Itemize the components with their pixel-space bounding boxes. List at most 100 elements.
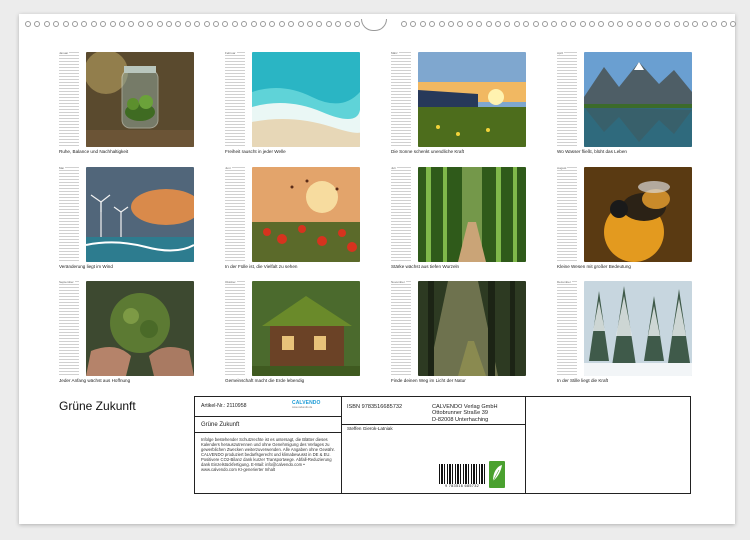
binding-ring (316, 21, 323, 27)
author-name: Steffen Gierok-Latniak (347, 426, 393, 431)
info-column-article: Artikel-Nr.: 2110958 CALVENDO www.calven… (195, 397, 342, 493)
binding-ring (636, 21, 642, 27)
binding-ring (551, 21, 558, 27)
mountain-lake-reflection-photo (584, 52, 692, 147)
sunlit-forest-trail-photo (418, 281, 526, 376)
binding-ring (711, 21, 718, 27)
month-page-4: April Wo Wasser fließt, blüht das Leben (557, 51, 723, 162)
month-name: September (59, 280, 75, 284)
month-caption: Veränderung liegt im Wind (59, 264, 113, 269)
binding-ring (457, 21, 464, 27)
binding-ring (43, 21, 50, 27)
calendar-title: Grüne Zukunft (59, 399, 136, 413)
binding-ring (81, 21, 88, 27)
binding-ring (344, 21, 351, 27)
binding-ring (419, 21, 426, 27)
binding-ring (25, 21, 31, 27)
month-caption: In der Fülle ist, die Vielfalt zu sehen (225, 264, 298, 269)
month-name: Juli (391, 166, 397, 170)
binding-ring (194, 21, 201, 27)
day-grid (59, 281, 79, 376)
barcode: 9 783516 685732 (439, 464, 485, 489)
day-grid (225, 281, 245, 376)
month-caption: In der Stille liegt die Kraft (557, 378, 609, 383)
binding-ring (288, 21, 295, 27)
binding-ring (222, 21, 229, 27)
binding-ring (476, 21, 483, 27)
binding-ring (692, 21, 699, 27)
barcode-number: 9 783516 685732 (444, 484, 480, 488)
article-number: Artikel-Nr.: 2110958 (201, 403, 247, 409)
month-name: November (391, 280, 406, 284)
binding-ring (570, 21, 577, 27)
binding-ring (513, 21, 520, 27)
binding-ring (335, 21, 342, 27)
hanger-hook (361, 19, 387, 31)
solar-panels-sunset-meadow-photo (418, 52, 526, 147)
publisher-address: CALVENDO Verlag GmbH Ottobrunner Straße … (432, 404, 498, 423)
month-caption: Ruhe, Balance und Nachhaltigkeit (59, 149, 129, 154)
calendar-sheet: Januar Ruhe, Balance und Nachhaltigkeit Fe… (19, 14, 736, 524)
binding-ring (701, 21, 708, 27)
month-page-12: Dezember In der Stille liegt die Kraft (557, 280, 723, 391)
binding-ring (438, 21, 445, 27)
snowy-pine-forest-photo (584, 281, 692, 376)
binding-ring (231, 21, 238, 27)
binding-ring (673, 21, 680, 27)
divider (195, 416, 342, 417)
month-caption: Stärke wächst aus tiefen Wurzeln (391, 264, 460, 269)
binding-ring (53, 21, 60, 27)
binding-ring (34, 21, 41, 27)
binding-ring (100, 21, 107, 27)
binding-ring (504, 21, 511, 27)
binding-ring (278, 21, 285, 27)
day-grid (391, 52, 411, 147)
binding-ring (175, 21, 182, 27)
binding-ring (156, 21, 163, 27)
binding-ring (664, 21, 671, 27)
day-grid (557, 167, 577, 262)
month-page-10: Oktober Gemeinschaft macht die Erde leben… (225, 280, 391, 391)
month-page-9: September Jeder Anfang wächst aus Hoffnun… (59, 280, 225, 391)
hands-holding-leaf-globe-photo (86, 281, 194, 376)
month-page-7: Juli Stärke wächst aus tiefen Wurzeln (391, 166, 557, 277)
binding-ring (166, 21, 172, 27)
binding-ring (448, 21, 454, 27)
legal-notice: Infolge bestehender Schutzrechte ist es … (201, 437, 335, 472)
wind-turbines-stormy-sky-photo (86, 167, 194, 262)
month-caption: Freiheit rauscht in jeder Welle (225, 149, 286, 154)
isbn: ISBN 9783516685732 (347, 404, 403, 410)
binding-ring (542, 21, 548, 27)
day-grid (225, 52, 245, 147)
binding-ring (410, 21, 417, 27)
binding-ring (109, 21, 116, 27)
month-name: August (557, 166, 568, 170)
binding-ring (147, 21, 154, 27)
binding-ring (730, 21, 736, 27)
binding-ring (260, 21, 266, 27)
binding-ring (495, 21, 501, 27)
binding-ring (269, 21, 276, 27)
binding-ring (72, 21, 78, 27)
binding-ring (203, 21, 210, 27)
month-name: Juni (225, 166, 232, 170)
binding-ring (598, 21, 605, 27)
binding-ring (532, 21, 539, 27)
binding-ring (354, 21, 360, 27)
binding-ring (617, 21, 624, 27)
binding-ring (401, 21, 407, 27)
month-page-2: Februar Freiheit rauscht in jeder Welle (225, 51, 391, 162)
binding-ring (137, 21, 144, 27)
month-caption: Jeder Anfang wächst aus Hoffnung (59, 378, 131, 383)
poppy-field-butterflies-photo (252, 167, 360, 262)
binding-ring (654, 21, 661, 27)
day-grid (557, 52, 577, 147)
binding-ring (325, 21, 332, 27)
month-page-11: November Finde deinen Weg im Licht der Na… (391, 280, 557, 391)
divider (342, 424, 526, 425)
bamboo-forest-path-photo (418, 167, 526, 262)
day-grid (59, 52, 79, 147)
month-page-5: Mai Veränderung liegt im Wind (59, 166, 225, 277)
binding-ring (523, 21, 530, 27)
binding-ring (90, 21, 97, 27)
